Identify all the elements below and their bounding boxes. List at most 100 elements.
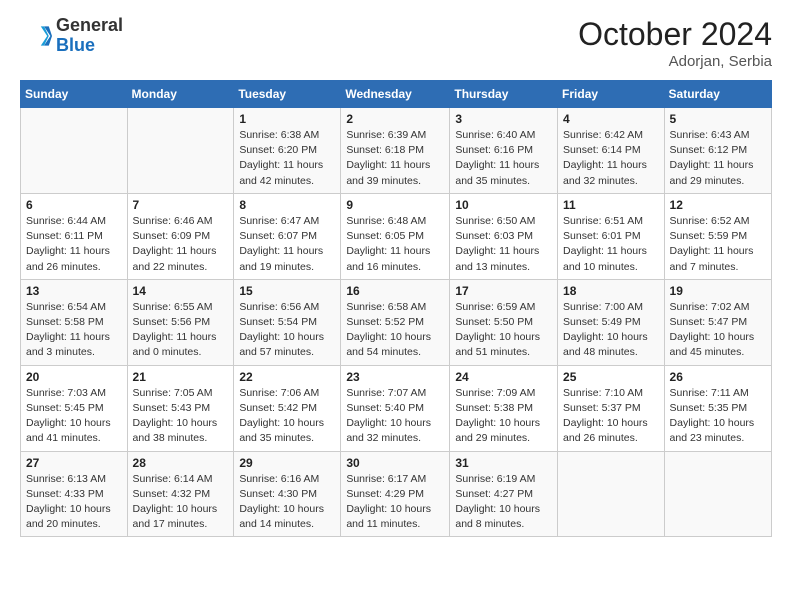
calendar-cell: 18Sunrise: 7:00 AM Sunset: 5:49 PM Dayli… xyxy=(558,279,665,365)
weekday-header-wednesday: Wednesday xyxy=(341,81,450,108)
day-number: 13 xyxy=(26,284,122,298)
weekday-header-monday: Monday xyxy=(127,81,234,108)
day-info: Sunrise: 6:54 AM Sunset: 5:58 PM Dayligh… xyxy=(26,300,122,361)
day-info: Sunrise: 6:39 AM Sunset: 6:18 PM Dayligh… xyxy=(346,128,444,189)
calendar-cell: 7Sunrise: 6:46 AM Sunset: 6:09 PM Daylig… xyxy=(127,193,234,279)
day-info: Sunrise: 7:09 AM Sunset: 5:38 PM Dayligh… xyxy=(455,386,552,447)
calendar-cell: 23 Sunrise: 7:07 AM Sunset: 5:40 PM Dayli… xyxy=(341,365,450,451)
calendar-cell: 30 Sunrise: 6:17 AM Sunset: 4:29 PM Dayli… xyxy=(341,451,450,537)
day-number: 11 xyxy=(563,198,659,212)
calendar-cell xyxy=(558,451,665,537)
weekday-header-saturday: Saturday xyxy=(664,81,771,108)
calendar-cell: 6 Sunrise: 6:44 AM Sunset: 6:11 PM Daylig… xyxy=(21,193,128,279)
day-number: 19 xyxy=(670,284,766,298)
day-number: 17 xyxy=(455,284,552,298)
calendar-cell: 10 Sunrise: 6:50 AM Sunset: 6:03 PM Dayli… xyxy=(450,193,558,279)
calendar-cell: 25Sunrise: 7:10 AM Sunset: 5:37 PM Dayli… xyxy=(558,365,665,451)
day-number: 20 xyxy=(26,370,122,384)
day-info: Sunrise: 6:50 AM Sunset: 6:03 PM Dayligh… xyxy=(455,214,552,275)
day-info: Sunrise: 6:46 AM Sunset: 6:09 PM Dayligh… xyxy=(133,214,229,275)
day-number: 18 xyxy=(563,284,659,298)
logo: General Blue xyxy=(20,16,123,56)
day-number: 6 xyxy=(26,198,122,212)
day-number: 23 xyxy=(346,370,444,384)
weekday-header-row: SundayMondayTuesdayWednesdayThursdayFrid… xyxy=(21,81,772,108)
calendar-cell: 24 Sunrise: 7:09 AM Sunset: 5:38 PM Dayli… xyxy=(450,365,558,451)
week-row-1: 1 Sunrise: 6:38 AM Sunset: 6:20 PM Daylig… xyxy=(21,108,772,194)
day-number: 1 xyxy=(239,112,335,126)
day-info: Sunrise: 6:47 AM Sunset: 6:07 PM Dayligh… xyxy=(239,214,335,275)
weekday-header-sunday: Sunday xyxy=(21,81,128,108)
calendar-cell: 12 Sunrise: 6:52 AM Sunset: 5:59 PM Dayli… xyxy=(664,193,771,279)
day-number: 14 xyxy=(133,284,229,298)
calendar-cell: 14 Sunrise: 6:55 AM Sunset: 5:56 PM Dayli… xyxy=(127,279,234,365)
day-info: Sunrise: 6:42 AM Sunset: 6:14 PM Dayligh… xyxy=(563,128,659,189)
calendar-cell: 16Sunrise: 6:58 AM Sunset: 5:52 PM Dayli… xyxy=(341,279,450,365)
day-number: 25 xyxy=(563,370,659,384)
calendar-cell: 9Sunrise: 6:48 AM Sunset: 6:05 PM Daylig… xyxy=(341,193,450,279)
weekday-header-thursday: Thursday xyxy=(450,81,558,108)
day-number: 4 xyxy=(563,112,659,126)
day-number: 15 xyxy=(239,284,335,298)
day-info: Sunrise: 6:55 AM Sunset: 5:56 PM Dayligh… xyxy=(133,300,229,361)
calendar-cell: 2 Sunrise: 6:39 AM Sunset: 6:18 PM Daylig… xyxy=(341,108,450,194)
day-number: 12 xyxy=(670,198,766,212)
calendar-cell: 20 Sunrise: 7:03 AM Sunset: 5:45 PM Dayli… xyxy=(21,365,128,451)
page: General Blue October 2024 Adorjan, Serbi… xyxy=(0,0,792,612)
logo-general: General xyxy=(56,15,123,35)
calendar-cell: 15 Sunrise: 6:56 AM Sunset: 5:54 PM Dayli… xyxy=(234,279,341,365)
day-number: 16 xyxy=(346,284,444,298)
calendar-cell xyxy=(127,108,234,194)
week-row-2: 6 Sunrise: 6:44 AM Sunset: 6:11 PM Daylig… xyxy=(21,193,772,279)
weekday-header-tuesday: Tuesday xyxy=(234,81,341,108)
calendar-cell: 21Sunrise: 7:05 AM Sunset: 5:43 PM Dayli… xyxy=(127,365,234,451)
calendar-cell: 5Sunrise: 6:43 AM Sunset: 6:12 PM Daylig… xyxy=(664,108,771,194)
day-number: 29 xyxy=(239,456,335,470)
calendar-cell: 17Sunrise: 6:59 AM Sunset: 5:50 PM Dayli… xyxy=(450,279,558,365)
day-info: Sunrise: 6:40 AM Sunset: 6:16 PM Dayligh… xyxy=(455,128,552,189)
calendar-cell: 3 Sunrise: 6:40 AM Sunset: 6:16 PM Daylig… xyxy=(450,108,558,194)
day-number: 2 xyxy=(346,112,444,126)
day-number: 24 xyxy=(455,370,552,384)
calendar-cell: 27Sunrise: 6:13 AM Sunset: 4:33 PM Dayli… xyxy=(21,451,128,537)
calendar-cell: 8Sunrise: 6:47 AM Sunset: 6:07 PM Daylig… xyxy=(234,193,341,279)
calendar-cell xyxy=(21,108,128,194)
day-number: 22 xyxy=(239,370,335,384)
calendar-cell: 4 Sunrise: 6:42 AM Sunset: 6:14 PM Daylig… xyxy=(558,108,665,194)
day-info: Sunrise: 6:43 AM Sunset: 6:12 PM Dayligh… xyxy=(670,128,766,189)
day-number: 3 xyxy=(455,112,552,126)
calendar-cell: 13 Sunrise: 6:54 AM Sunset: 5:58 PM Dayli… xyxy=(21,279,128,365)
day-number: 31 xyxy=(455,456,552,470)
weekday-header-friday: Friday xyxy=(558,81,665,108)
day-number: 10 xyxy=(455,198,552,212)
logo-blue: Blue xyxy=(56,35,95,55)
day-number: 30 xyxy=(346,456,444,470)
day-info: Sunrise: 6:14 AM Sunset: 4:32 PM Dayligh… xyxy=(133,472,229,533)
calendar-cell: 1 Sunrise: 6:38 AM Sunset: 6:20 PM Daylig… xyxy=(234,108,341,194)
location-subtitle: Adorjan, Serbia xyxy=(578,53,772,70)
day-number: 21 xyxy=(133,370,229,384)
day-info: Sunrise: 6:19 AM Sunset: 4:27 PM Dayligh… xyxy=(455,472,552,533)
logo-icon xyxy=(20,20,52,52)
calendar-cell xyxy=(664,451,771,537)
day-info: Sunrise: 6:44 AM Sunset: 6:11 PM Dayligh… xyxy=(26,214,122,275)
day-info: Sunrise: 7:06 AM Sunset: 5:42 PM Dayligh… xyxy=(239,386,335,447)
day-info: Sunrise: 6:56 AM Sunset: 5:54 PM Dayligh… xyxy=(239,300,335,361)
week-row-3: 13 Sunrise: 6:54 AM Sunset: 5:58 PM Dayli… xyxy=(21,279,772,365)
day-info: Sunrise: 6:17 AM Sunset: 4:29 PM Dayligh… xyxy=(346,472,444,533)
day-info: Sunrise: 6:51 AM Sunset: 6:01 PM Dayligh… xyxy=(563,214,659,275)
day-info: Sunrise: 6:16 AM Sunset: 4:30 PM Dayligh… xyxy=(239,472,335,533)
day-info: Sunrise: 6:38 AM Sunset: 6:20 PM Dayligh… xyxy=(239,128,335,189)
day-info: Sunrise: 6:13 AM Sunset: 4:33 PM Dayligh… xyxy=(26,472,122,533)
day-info: Sunrise: 7:07 AM Sunset: 5:40 PM Dayligh… xyxy=(346,386,444,447)
day-info: Sunrise: 7:02 AM Sunset: 5:47 PM Dayligh… xyxy=(670,300,766,361)
day-info: Sunrise: 6:52 AM Sunset: 5:59 PM Dayligh… xyxy=(670,214,766,275)
title-block: October 2024 Adorjan, Serbia xyxy=(578,16,772,70)
calendar-cell: 28Sunrise: 6:14 AM Sunset: 4:32 PM Dayli… xyxy=(127,451,234,537)
day-info: Sunrise: 7:03 AM Sunset: 5:45 PM Dayligh… xyxy=(26,386,122,447)
calendar-cell: 26Sunrise: 7:11 AM Sunset: 5:35 PM Dayli… xyxy=(664,365,771,451)
calendar-cell: 19 Sunrise: 7:02 AM Sunset: 5:47 PM Dayli… xyxy=(664,279,771,365)
calendar-cell: 11 Sunrise: 6:51 AM Sunset: 6:01 PM Dayli… xyxy=(558,193,665,279)
week-row-5: 27Sunrise: 6:13 AM Sunset: 4:33 PM Dayli… xyxy=(21,451,772,537)
day-number: 26 xyxy=(670,370,766,384)
